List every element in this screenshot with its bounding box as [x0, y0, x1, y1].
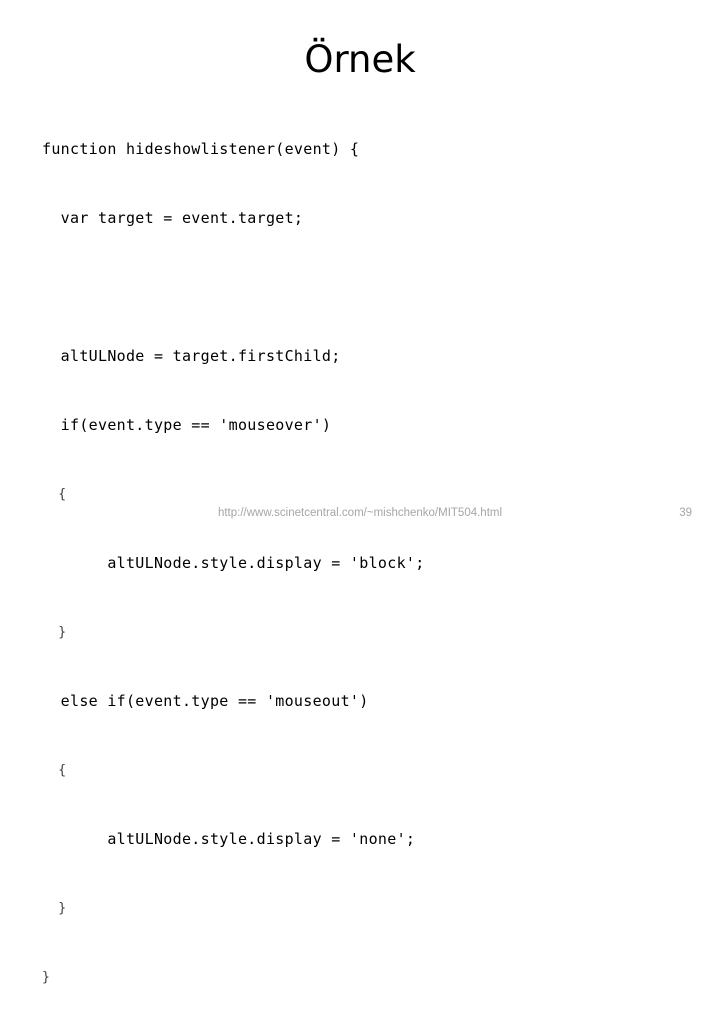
code-line: altULNode = target.firstChild;: [42, 347, 341, 365]
code-line: altULNode.style.display = 'block';: [42, 554, 425, 572]
code-line: {: [42, 763, 67, 778]
code-line: else if(event.type == 'mouseout'): [42, 692, 369, 710]
code-line: var target = event.target;: [42, 209, 304, 227]
code-block: function hideshowlistener(event) { var t…: [42, 92, 682, 1035]
footer-url[interactable]: http://www.scinetcentral.com/~mishchenko…: [0, 505, 720, 521]
code-line: }: [42, 625, 67, 640]
slide-footer: http://www.scinetcentral.com/~mishchenko…: [0, 505, 720, 525]
slide: Örnek function hideshowlistener(event) {…: [0, 0, 720, 985]
code-line: if(event.type == 'mouseover'): [42, 416, 332, 434]
code-line: }: [42, 901, 67, 916]
code-line: function hideshowlistener(event) {: [42, 140, 360, 158]
code-line: }: [42, 970, 51, 985]
slide-number: 39: [679, 507, 692, 519]
page-title: Örnek: [304, 38, 416, 81]
code-line: {: [42, 487, 67, 502]
code-line: altULNode.style.display = 'none';: [42, 830, 416, 848]
